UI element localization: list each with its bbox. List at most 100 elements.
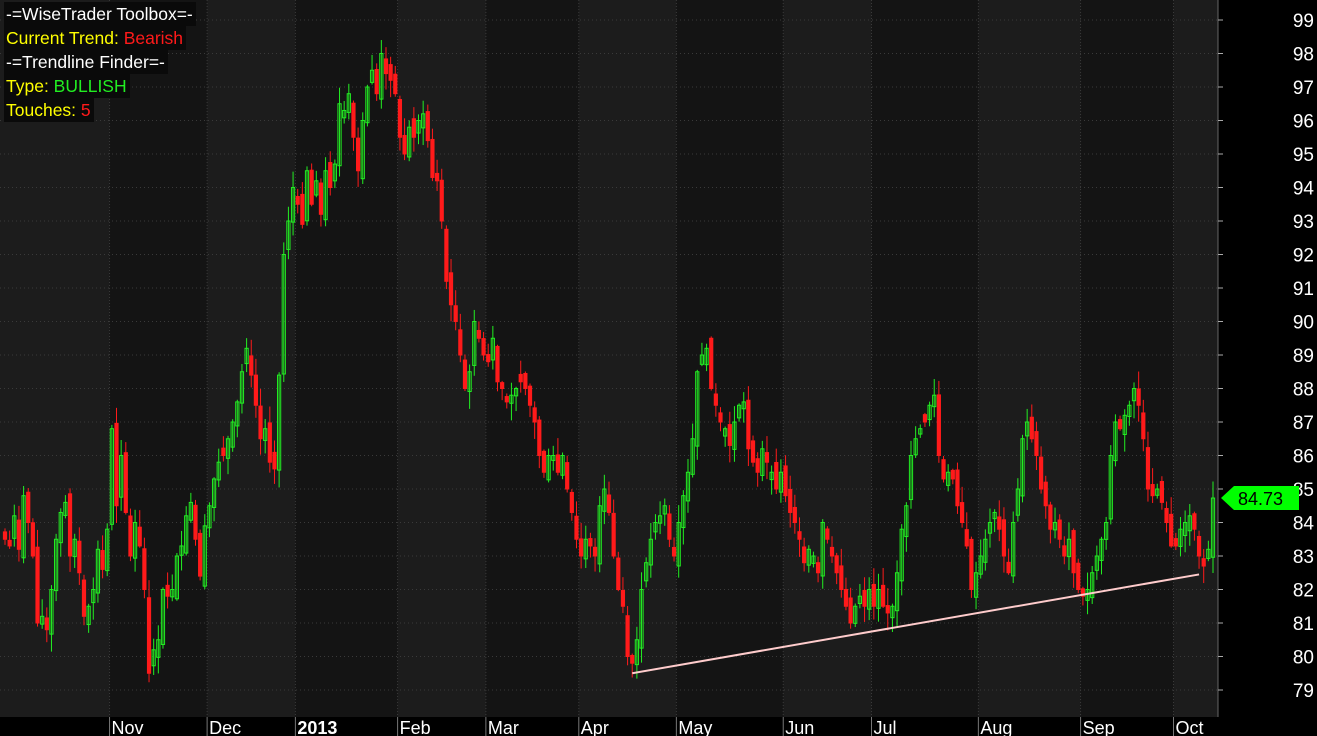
candle-down — [67, 493, 73, 557]
time-axis-panel — [0, 717, 1218, 736]
candle-down — [44, 617, 49, 631]
price-tick-label: 80 — [1293, 648, 1314, 669]
candle-down — [500, 382, 505, 390]
price-tick-label: 99 — [1293, 11, 1314, 32]
candle-down — [430, 138, 435, 178]
candle-down — [755, 458, 760, 473]
candle-down — [295, 196, 300, 205]
toolbox-title: -=WiseTrader Toolbox=- — [4, 2, 196, 26]
candle-down — [616, 557, 621, 590]
candle-down — [142, 548, 147, 591]
price-tick-label: 89 — [1293, 346, 1314, 367]
candle-down — [774, 462, 779, 490]
toolbox-title-text: -=WiseTrader Toolbox=- — [6, 4, 193, 24]
trendline-finder-title-text: -=Trendline Finder=- — [6, 52, 165, 72]
candle-down — [272, 451, 277, 470]
candle-down — [448, 272, 454, 306]
price-tick-label: 81 — [1293, 614, 1314, 635]
candle-down — [1034, 431, 1039, 457]
price-tick-label: 86 — [1293, 447, 1314, 468]
candle-down — [425, 111, 430, 142]
candle-down — [81, 579, 87, 617]
candle-down — [922, 414, 928, 423]
candle-down — [834, 555, 839, 574]
candle-down — [969, 538, 974, 590]
month-panel — [676, 0, 784, 717]
candle-down — [625, 615, 630, 658]
candle-down — [1076, 562, 1081, 590]
price-chart: 7980818283848586878889909192939495969798… — [0, 0, 1317, 736]
candle-down — [829, 546, 835, 557]
candle-down — [486, 354, 491, 363]
candle-down — [527, 385, 533, 406]
time-tick-label: Oct — [1176, 718, 1204, 736]
candle-down — [1029, 416, 1034, 440]
time-tick-label: 2013 — [297, 718, 337, 736]
candle-down — [611, 512, 616, 557]
month-panel — [295, 0, 398, 717]
candle-down — [1043, 481, 1048, 507]
price-tick-label: 79 — [1293, 681, 1314, 702]
time-tick-label: Aug — [980, 718, 1012, 736]
price-tick-label: 84 — [1293, 514, 1315, 535]
candle-down — [383, 58, 389, 75]
candle-down — [997, 516, 1002, 530]
price-tick-label: 98 — [1293, 45, 1314, 66]
candle-down — [667, 513, 672, 540]
candle-down — [1159, 480, 1164, 503]
candle-down — [727, 424, 732, 446]
candle-down — [402, 134, 407, 155]
candle-down — [476, 329, 482, 339]
candle-down — [193, 504, 198, 540]
candle-down — [7, 539, 12, 547]
trendline-finder-title: -=Trendline Finder=- — [4, 50, 168, 74]
candle-down — [815, 562, 821, 574]
candle-down — [128, 515, 133, 557]
candle-down — [885, 605, 890, 614]
price-tick-label: 95 — [1293, 145, 1314, 166]
candle-down — [444, 228, 449, 282]
candle-down — [1038, 456, 1044, 490]
candle-down — [592, 546, 598, 557]
candle-down — [249, 355, 254, 376]
time-tick-label: Nov — [112, 718, 144, 736]
candle-down — [458, 329, 463, 356]
candle-down — [523, 372, 528, 390]
candle-down — [351, 102, 356, 138]
candle-down — [606, 494, 612, 513]
candle-down — [950, 469, 955, 480]
candle-down — [146, 597, 152, 674]
candle-down — [1164, 508, 1169, 524]
candle-down — [960, 502, 965, 524]
price-tick-label: 97 — [1293, 78, 1314, 99]
candle-down — [374, 69, 379, 95]
candle-down — [862, 589, 867, 607]
candle-down — [388, 64, 393, 81]
candle-down — [328, 162, 333, 188]
month-panel — [485, 0, 579, 717]
candle-down — [221, 447, 226, 457]
candle-down — [825, 528, 830, 540]
candle-down — [356, 137, 361, 172]
candle-down — [77, 540, 82, 574]
candle-down — [300, 193, 305, 225]
candle-down — [574, 515, 579, 540]
price-tick-label: 90 — [1293, 313, 1314, 334]
candle-down — [114, 422, 119, 507]
candle-down — [165, 584, 170, 597]
price-tick-label: 96 — [1293, 112, 1314, 133]
time-tick-label: Sep — [1083, 718, 1115, 736]
candle-down — [1201, 558, 1206, 567]
candle-down — [565, 462, 570, 490]
candle-down — [267, 422, 272, 463]
candle-down — [1150, 484, 1155, 497]
candle-down — [1141, 412, 1146, 440]
candle-down — [630, 655, 635, 664]
time-tick-label: Jun — [785, 718, 814, 736]
candle-down — [1173, 538, 1178, 547]
price-tick-label: 92 — [1293, 246, 1314, 267]
candle-down — [532, 407, 537, 423]
candle-down — [434, 172, 440, 182]
price-tick-label: 94 — [1293, 179, 1315, 200]
candle-down — [955, 469, 960, 507]
